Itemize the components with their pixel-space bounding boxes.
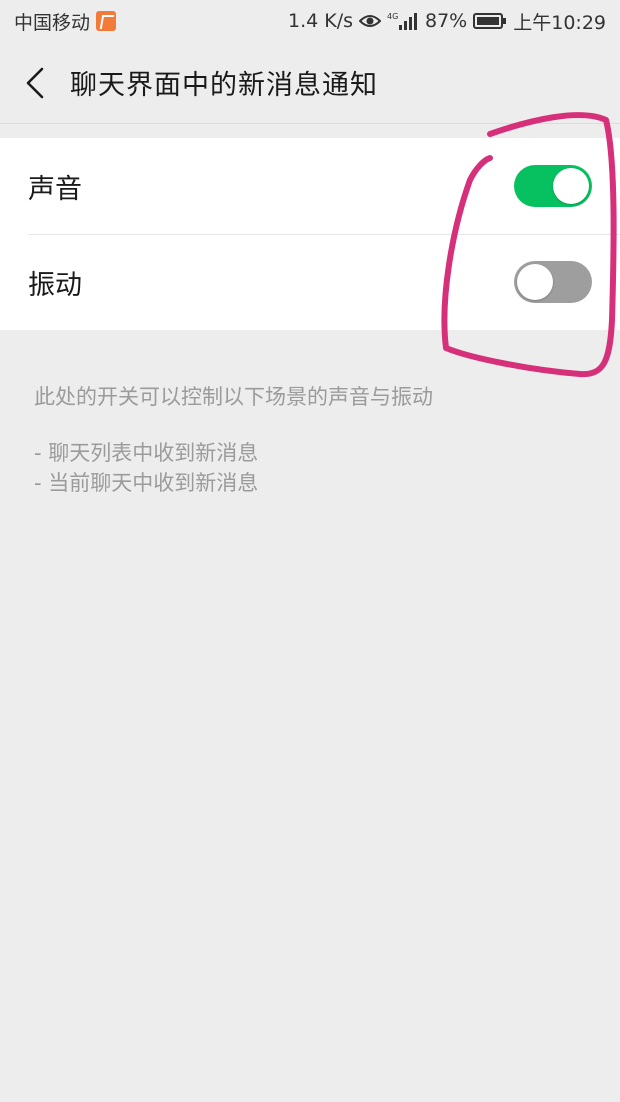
back-button[interactable]	[0, 42, 70, 124]
vibration-toggle[interactable]	[514, 261, 592, 303]
description-item: - 聊天列表中收到新消息	[34, 441, 259, 465]
app-notification-icon	[96, 11, 117, 31]
status-left: 中国移动	[14, 8, 117, 35]
setting-row-sound: 声音	[0, 138, 620, 234]
status-bar: 中国移动 1.4 K/s 4G 87% 上午10:29	[0, 0, 620, 42]
network-speed: 1.4 K/s	[287, 10, 353, 32]
toggle-knob	[553, 168, 589, 204]
battery-percent: 87%	[425, 10, 468, 32]
status-right: 1.4 K/s 4G 87% 上午10:29	[288, 8, 606, 35]
chevron-left-icon	[26, 67, 44, 98]
nav-bar: 聊天界面中的新消息通知	[0, 42, 620, 124]
description-intro: 此处的开关可以控制以下场景的声音与振动	[34, 385, 433, 409]
settings-list: 声音 振动	[0, 138, 620, 330]
clock: 上午10:29	[513, 11, 606, 34]
page-title: 聊天界面中的新消息通知	[70, 70, 378, 101]
setting-label-sound: 声音	[28, 173, 82, 205]
network-type-label: 4G	[387, 12, 398, 21]
carrier-name: 中国移动	[14, 11, 91, 34]
setting-label-vibration: 振动	[28, 269, 82, 301]
settings-description: 此处的开关可以控制以下场景的声音与振动 - 聊天列表中收到新消息 - 当前聊天中…	[34, 382, 594, 498]
setting-row-vibration: 振动	[0, 234, 620, 330]
sound-toggle[interactable]	[514, 165, 592, 207]
toggle-knob	[517, 264, 553, 300]
battery-icon	[473, 12, 507, 30]
description-item: - 当前聊天中收到新消息	[34, 471, 259, 495]
eye-comfort-icon	[359, 13, 381, 29]
signal-icon: 4G	[387, 11, 419, 31]
